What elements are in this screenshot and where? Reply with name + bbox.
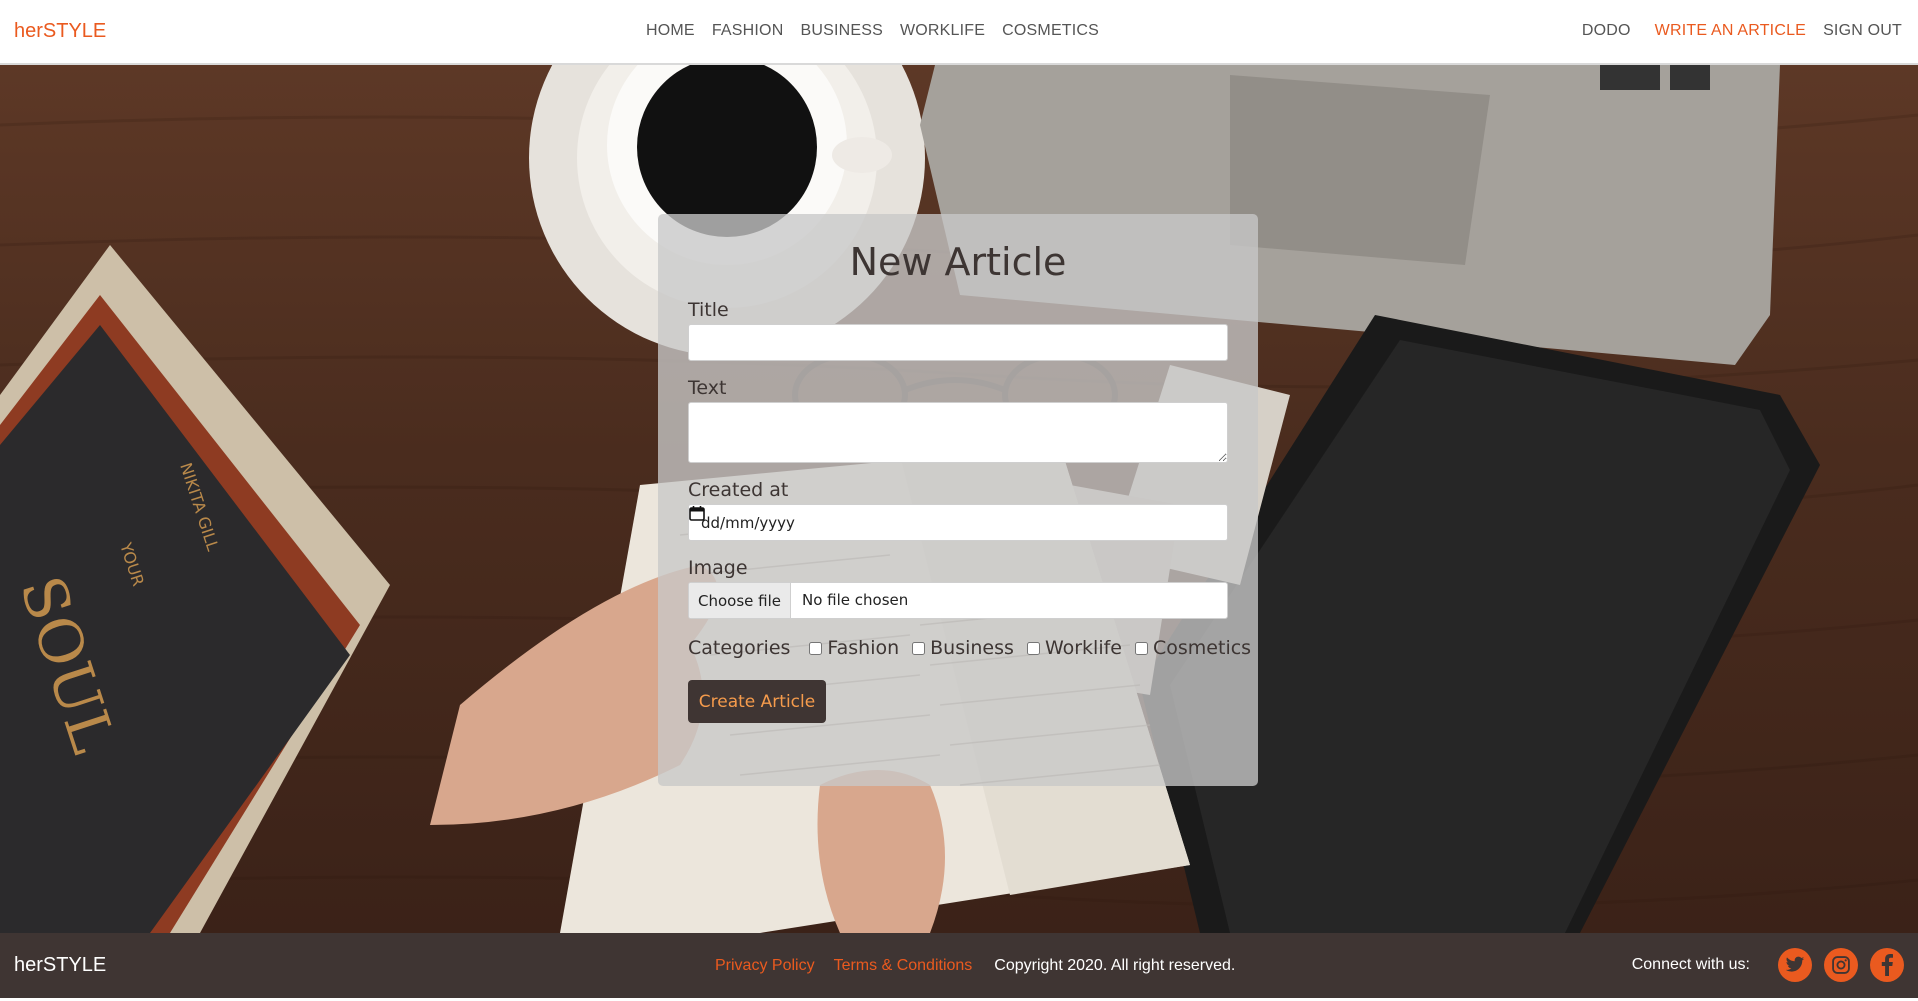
footer-brand: herSTYLE	[14, 954, 107, 976]
connect-label: Connect with us:	[1631, 956, 1750, 973]
nav-link-home[interactable]: HOME	[646, 22, 695, 40]
instagram-icon[interactable]	[1824, 948, 1858, 982]
user-profile-link[interactable]: DODO	[1582, 22, 1631, 40]
category-worklife-label: Worklife	[1044, 637, 1122, 659]
image-file-input: Choose file No file chosen	[688, 582, 1228, 619]
form-heading: New Article	[849, 240, 1067, 284]
create-article-button[interactable]: Create Article	[688, 680, 826, 723]
category-business[interactable]: Business	[912, 637, 1014, 659]
twitter-icon[interactable]	[1778, 948, 1812, 982]
nav-link-fashion[interactable]: FASHION	[712, 22, 784, 40]
category-business-label: Business	[930, 637, 1014, 659]
write-article-link[interactable]: WRITE AN ARTICLE	[1655, 22, 1806, 40]
user-nav: DODO WRITE AN ARTICLE SIGN OUT	[1565, 22, 1902, 40]
category-fashion[interactable]: Fashion	[809, 637, 899, 659]
date-placeholder: dd/mm/yyyy	[701, 514, 795, 532]
categories-label: Categories	[688, 637, 791, 659]
category-fashion-label: Fashion	[827, 637, 900, 659]
created-at-label: Created at	[688, 479, 789, 501]
main-nav: HOME FASHION BUSINESS WORKLIFE COSMETICS	[646, 22, 1099, 40]
category-cosmetics-checkbox[interactable]	[1135, 641, 1148, 655]
sign-out-link[interactable]: SIGN OUT	[1823, 22, 1902, 40]
top-navbar: herSTYLE HOME FASHION BUSINESS WORKLIFE …	[0, 0, 1918, 65]
category-cosmetics[interactable]: Cosmetics	[1135, 637, 1251, 659]
image-label: Image	[688, 557, 748, 579]
category-cosmetics-label: Cosmetics	[1153, 637, 1252, 659]
created-at-date-input[interactable]: dd/mm/yyyy	[688, 504, 1228, 541]
footer-links: Privacy Policy Terms & Conditions Copyri…	[715, 957, 1235, 975]
category-worklife[interactable]: Worklife	[1026, 637, 1122, 659]
categories-group: Categories Fashion Business Worklife Cos…	[688, 637, 1251, 659]
category-fashion-checkbox[interactable]	[809, 641, 823, 655]
nav-link-business[interactable]: BUSINESS	[800, 22, 883, 40]
site-footer: herSTYLE Privacy Policy Terms & Conditio…	[0, 933, 1918, 998]
text-textarea[interactable]	[688, 402, 1228, 463]
nav-link-cosmetics[interactable]: COSMETICS	[1002, 22, 1099, 40]
title-label: Title	[688, 299, 729, 321]
nav-link-worklife[interactable]: WORKLIFE	[900, 22, 985, 40]
title-input[interactable]	[688, 324, 1228, 361]
new-article-form: New Article Title Text Created at dd/mm/…	[658, 214, 1258, 786]
social-links: Connect with us:	[1632, 948, 1904, 982]
privacy-policy-link[interactable]: Privacy Policy	[715, 957, 815, 975]
category-worklife-checkbox[interactable]	[1026, 641, 1040, 655]
terms-conditions-link[interactable]: Terms & Conditions	[834, 957, 973, 975]
text-label: Text	[688, 377, 727, 399]
choose-file-button[interactable]: Choose file	[689, 583, 791, 618]
copyright-text: Copyright 2020. All right reserved.	[994, 957, 1236, 974]
hero-background-image: SOUL NIKITA GILL YOUR New Article Title …	[0, 65, 1918, 933]
brand-logo-link[interactable]: herSTYLE	[14, 20, 106, 43]
facebook-icon[interactable]	[1870, 948, 1904, 982]
file-status-text: No file chosen	[802, 591, 909, 609]
category-business-checkbox[interactable]	[912, 641, 926, 655]
calendar-icon[interactable]	[689, 505, 705, 521]
